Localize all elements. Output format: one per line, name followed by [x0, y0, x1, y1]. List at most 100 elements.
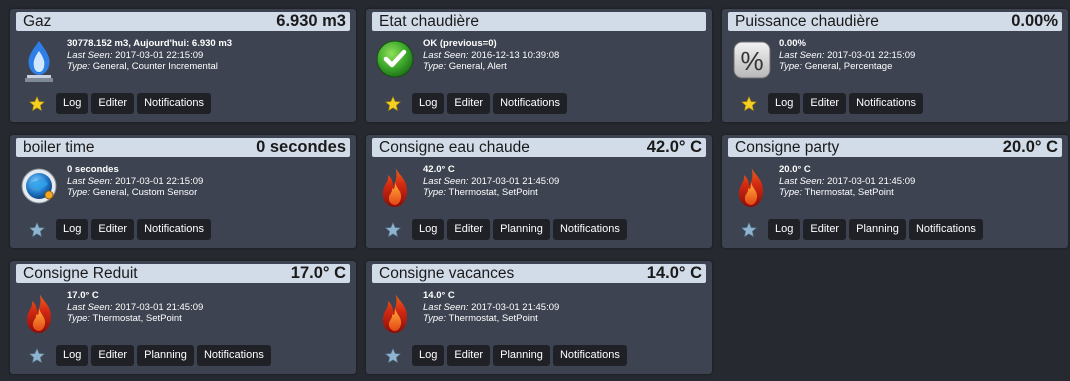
- type-value: Thermostat, SetPoint: [448, 187, 538, 198]
- type-value: General, Custom Sensor: [92, 187, 198, 198]
- star-icon[interactable]: [385, 348, 401, 364]
- notifications-button[interactable]: Notifications: [137, 219, 212, 240]
- log-button[interactable]: Log: [768, 219, 801, 240]
- planning-button[interactable]: Planning: [493, 219, 550, 240]
- card-value: 20.0° C: [1002, 138, 1058, 156]
- device-info: 14.0° C Last Seen: 2017-03-01 21:45:09 T…: [423, 290, 706, 325]
- star-icon[interactable]: [741, 222, 757, 238]
- card-value: 14.0° C: [646, 264, 702, 282]
- device-info: 0.00% Last Seen: 2017-03-01 22:15:09 Typ…: [779, 38, 1062, 73]
- card-actions: Log Editer Planning Notifications: [768, 219, 983, 240]
- device-card-etat-chaudiere: Etat chaudière OK (previous=0) Last Seen…: [366, 9, 712, 122]
- card-title-bar: Etat chaudière: [372, 12, 706, 31]
- star-icon[interactable]: [29, 348, 45, 364]
- flame-icon[interactable]: [374, 164, 416, 210]
- type-value: General, Alert: [448, 61, 507, 72]
- edit-button[interactable]: Editer: [447, 93, 491, 114]
- device-data: 0.00%: [779, 38, 806, 49]
- log-button[interactable]: Log: [56, 219, 89, 240]
- card-name: Gaz: [23, 13, 52, 30]
- device-data: 20.0° C: [779, 164, 811, 175]
- star-icon[interactable]: [29, 222, 45, 238]
- last-seen-label: Last Seen:: [67, 175, 113, 187]
- svg-text:%: %: [740, 46, 763, 76]
- star-icon[interactable]: [385, 222, 401, 238]
- last-seen-value: 2017-03-01 21:45:09: [471, 301, 560, 313]
- card-value: 0 secondes: [256, 138, 346, 156]
- notifications-button[interactable]: Notifications: [849, 93, 924, 114]
- device-data: 30778.152 m3, Aujourd'hui: 6.930 m3: [67, 38, 233, 49]
- type-value: Thermostat, SetPoint: [92, 313, 182, 324]
- card-value: 6.930 m3: [276, 12, 346, 30]
- planning-button[interactable]: Planning: [137, 345, 194, 366]
- log-button[interactable]: Log: [412, 219, 445, 240]
- type-label: Type:: [779, 61, 803, 72]
- last-seen-label: Last Seen:: [779, 49, 825, 61]
- last-seen-label: Last Seen:: [423, 175, 469, 187]
- favorite-star-icon[interactable]: [385, 96, 401, 112]
- edit-button[interactable]: Editer: [447, 219, 491, 240]
- type-value: General, Counter Incremental: [92, 61, 218, 72]
- type-label: Type:: [67, 187, 91, 198]
- notifications-button[interactable]: Notifications: [552, 219, 627, 240]
- device-data: OK (previous=0): [423, 38, 497, 49]
- device-card-consigne-eau-chaude: Consigne eau chaude 42.0° C 42.0° C Last…: [366, 135, 712, 248]
- card-title-bar: Consigne vacances 14.0° C: [372, 264, 706, 283]
- last-seen-value: 2017-03-01 22:15:09: [115, 49, 204, 61]
- card-name: Consigne vacances: [379, 265, 515, 282]
- last-seen-value: 2017-03-01 21:45:09: [471, 175, 560, 187]
- last-seen-value: 2017-03-01 22:15:09: [115, 175, 204, 187]
- log-button[interactable]: Log: [768, 93, 801, 114]
- card-name: boiler time: [23, 139, 95, 156]
- planning-button[interactable]: Planning: [493, 345, 550, 366]
- gas-flame-icon[interactable]: [18, 38, 60, 84]
- last-seen-value: 2017-03-01 21:45:09: [827, 175, 916, 187]
- planning-button[interactable]: Planning: [849, 219, 906, 240]
- favorite-star-icon[interactable]: [29, 96, 45, 112]
- flame-icon[interactable]: [730, 164, 772, 210]
- notifications-button[interactable]: Notifications: [493, 93, 568, 114]
- card-title-bar: Consigne party 20.0° C: [728, 138, 1062, 157]
- log-button[interactable]: Log: [56, 345, 89, 366]
- device-data: 42.0° C: [423, 164, 455, 175]
- type-label: Type:: [423, 61, 447, 72]
- last-seen-value: 2017-03-01 21:45:09: [115, 301, 204, 313]
- device-card-consigne-party: Consigne party 20.0° C 20.0° C Last Seen…: [722, 135, 1068, 248]
- device-card-gaz: Gaz 6.930 m3 30778.152 m3, Aujourd'hui: …: [10, 9, 356, 122]
- edit-button[interactable]: Editer: [91, 345, 135, 366]
- notifications-button[interactable]: Notifications: [908, 219, 983, 240]
- log-button[interactable]: Log: [56, 93, 89, 114]
- device-info: OK (previous=0) Last Seen: 2016-12-13 10…: [423, 38, 706, 73]
- last-seen-label: Last Seen:: [779, 175, 825, 187]
- card-actions: Log Editer Planning Notifications: [412, 345, 627, 366]
- last-seen-label: Last Seen:: [67, 301, 113, 313]
- notifications-button[interactable]: Notifications: [137, 93, 212, 114]
- card-name: Consigne party: [735, 139, 840, 156]
- last-seen-value: 2016-12-13 10:39:08: [471, 49, 560, 61]
- notifications-button[interactable]: Notifications: [552, 345, 627, 366]
- edit-button[interactable]: Editer: [447, 345, 491, 366]
- card-actions: Log Editer Notifications: [768, 93, 924, 114]
- type-label: Type:: [423, 313, 447, 324]
- log-button[interactable]: Log: [412, 93, 445, 114]
- card-name: Consigne Reduit: [23, 265, 138, 282]
- type-value: Thermostat, SetPoint: [804, 187, 894, 198]
- edit-button[interactable]: Editer: [91, 219, 135, 240]
- percentage-icon[interactable]: %: [730, 38, 772, 84]
- device-data: 17.0° C: [67, 290, 99, 301]
- favorite-star-icon[interactable]: [741, 96, 757, 112]
- edit-button[interactable]: Editer: [91, 93, 135, 114]
- device-card-boiler-time: boiler time 0 secondes 0 secondes Last S…: [10, 135, 356, 248]
- edit-button[interactable]: Editer: [803, 219, 847, 240]
- notifications-button[interactable]: Notifications: [196, 345, 271, 366]
- card-name: Puissance chaudière: [735, 13, 879, 30]
- ok-check-icon[interactable]: [374, 38, 416, 84]
- type-label: Type:: [67, 61, 91, 72]
- flame-icon[interactable]: [374, 290, 416, 336]
- edit-button[interactable]: Editer: [803, 93, 847, 114]
- type-label: Type:: [779, 187, 803, 198]
- flame-icon[interactable]: [18, 290, 60, 336]
- log-button[interactable]: Log: [412, 345, 445, 366]
- card-name: Etat chaudière: [379, 13, 479, 30]
- custom-sensor-icon[interactable]: [18, 164, 60, 210]
